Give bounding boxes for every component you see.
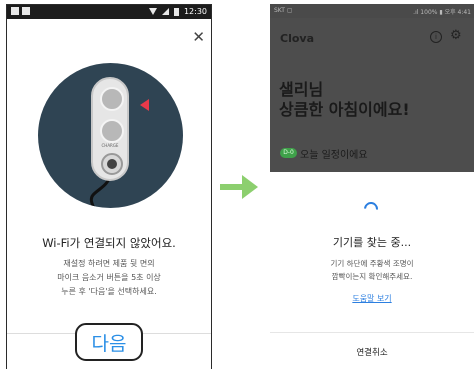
instruction-line: 마이크 음소거 버튼을 5초 이상 bbox=[57, 273, 161, 282]
close-icon[interactable]: ✕ bbox=[192, 30, 205, 45]
charge-port-illustration bbox=[101, 153, 123, 175]
search-description: 기기 하단에 주황색 조명이 깜빡이는지 확인해주세요. bbox=[270, 257, 474, 283]
notification-icon bbox=[11, 7, 19, 15]
mic-mute-button-illustration bbox=[100, 87, 124, 111]
cancel-connection-button[interactable]: 연결취소 bbox=[270, 346, 474, 358]
description-line: 깜빡이는지 확인해주세요. bbox=[331, 272, 413, 281]
app-title: Clova bbox=[280, 32, 314, 45]
description-line: 기기 하단에 주황색 조명이 bbox=[330, 259, 414, 268]
image-icon bbox=[22, 7, 30, 15]
status-bar: 12:30 bbox=[7, 5, 211, 19]
battery-icon bbox=[173, 7, 179, 16]
wifi-status-message: Wi-Fi가 연결되지 않았어요. bbox=[42, 236, 176, 250]
next-button[interactable]: 다음 bbox=[75, 323, 143, 361]
reset-instructions: 재설정 하려면 제품 뒷 면의 마이크 음소거 버튼을 5초 이상 누른 후 '… bbox=[7, 257, 211, 299]
instruction-line: 누른 후 '다음'을 선택하세요. bbox=[61, 287, 157, 296]
schedule-badge: D-0 bbox=[280, 148, 297, 158]
info-icon[interactable]: i bbox=[430, 31, 442, 43]
status-time: 12:30 bbox=[183, 7, 207, 16]
left-phone-screen: 12:30 ✕ CHARGE Wi-Fi가 연결되지 않았어요. 재설정 하려면… bbox=[6, 4, 212, 369]
divider bbox=[270, 332, 474, 333]
speaker-device: CHARGE bbox=[91, 77, 129, 181]
right-phone-screen: SKT ▢ .ıl 100% ▮ 오후 4:41 Clova i ⚙ 샐리님 상… bbox=[270, 4, 474, 368]
signal-icon bbox=[161, 8, 169, 15]
pointer-arrow-icon bbox=[140, 99, 149, 111]
greeting-message: 상큼한 아침이에요! bbox=[279, 100, 410, 119]
loading-spinner-icon bbox=[361, 199, 381, 219]
transition-arrow-icon bbox=[220, 175, 258, 199]
wifi-icon bbox=[148, 8, 157, 15]
schedule-link[interactable]: 오늘 일정이에요 bbox=[300, 146, 368, 161]
instruction-line: 재설정 하려면 제품 뒷 면의 bbox=[63, 259, 155, 268]
searching-title: 기기를 찾는 중... bbox=[332, 236, 412, 249]
device-search-sheet: 기기를 찾는 중... 기기 하단에 주황색 조명이 깜빡이는지 확인해주세요.… bbox=[270, 172, 474, 368]
gear-icon[interactable]: ⚙ bbox=[450, 29, 462, 42]
carrier-label: SKT ▢ bbox=[274, 7, 293, 14]
device-illustration: CHARGE bbox=[38, 63, 183, 208]
power-button-illustration bbox=[100, 119, 124, 143]
status-bar: SKT ▢ .ıl 100% ▮ 오후 4:41 bbox=[270, 4, 474, 18]
help-link[interactable]: 도움말 보기 bbox=[270, 293, 474, 304]
status-indicators: .ıl 100% ▮ 오후 4:41 bbox=[413, 9, 471, 16]
charge-label: CHARGE bbox=[101, 143, 119, 148]
